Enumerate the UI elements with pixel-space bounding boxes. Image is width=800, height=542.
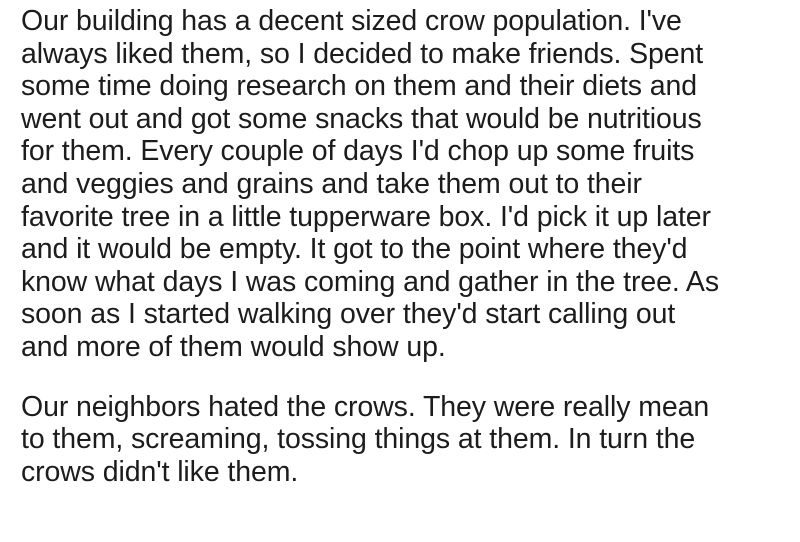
text-line: and it would be empty. It got to the poi… [21, 233, 688, 266]
text-line: to them, screaming, tossing things at th… [21, 423, 696, 456]
text-line: some time doing research on them and the… [21, 70, 698, 103]
paragraph-1: Our building has a decent sized crow pop… [21, 5, 791, 364]
text-line: favorite tree in a little tupperware box… [21, 200, 711, 233]
paragraph-2: Our neighbors hated the crows. They were… [21, 391, 791, 489]
text-line: and veggies and grains and take them out… [21, 167, 642, 200]
text-line: for them. Every couple of days I'd chop … [21, 135, 695, 168]
text-line: know what days I was coming and gather i… [21, 265, 719, 298]
text-line: Our neighbors hated the crows. They were… [21, 390, 710, 423]
text-line: always liked them, so I decided to make … [21, 37, 704, 70]
text-line: crows didn't like them. [21, 455, 299, 488]
text-line: Our building has a decent sized crow pop… [21, 5, 682, 37]
text-line: went out and got some snacks that would … [21, 102, 702, 135]
text-line: and more of them would show up. [21, 330, 446, 363]
text-line: soon as I started walking over they'd st… [21, 298, 676, 331]
post-body: Our building has a decent sized crow pop… [21, 5, 791, 488]
